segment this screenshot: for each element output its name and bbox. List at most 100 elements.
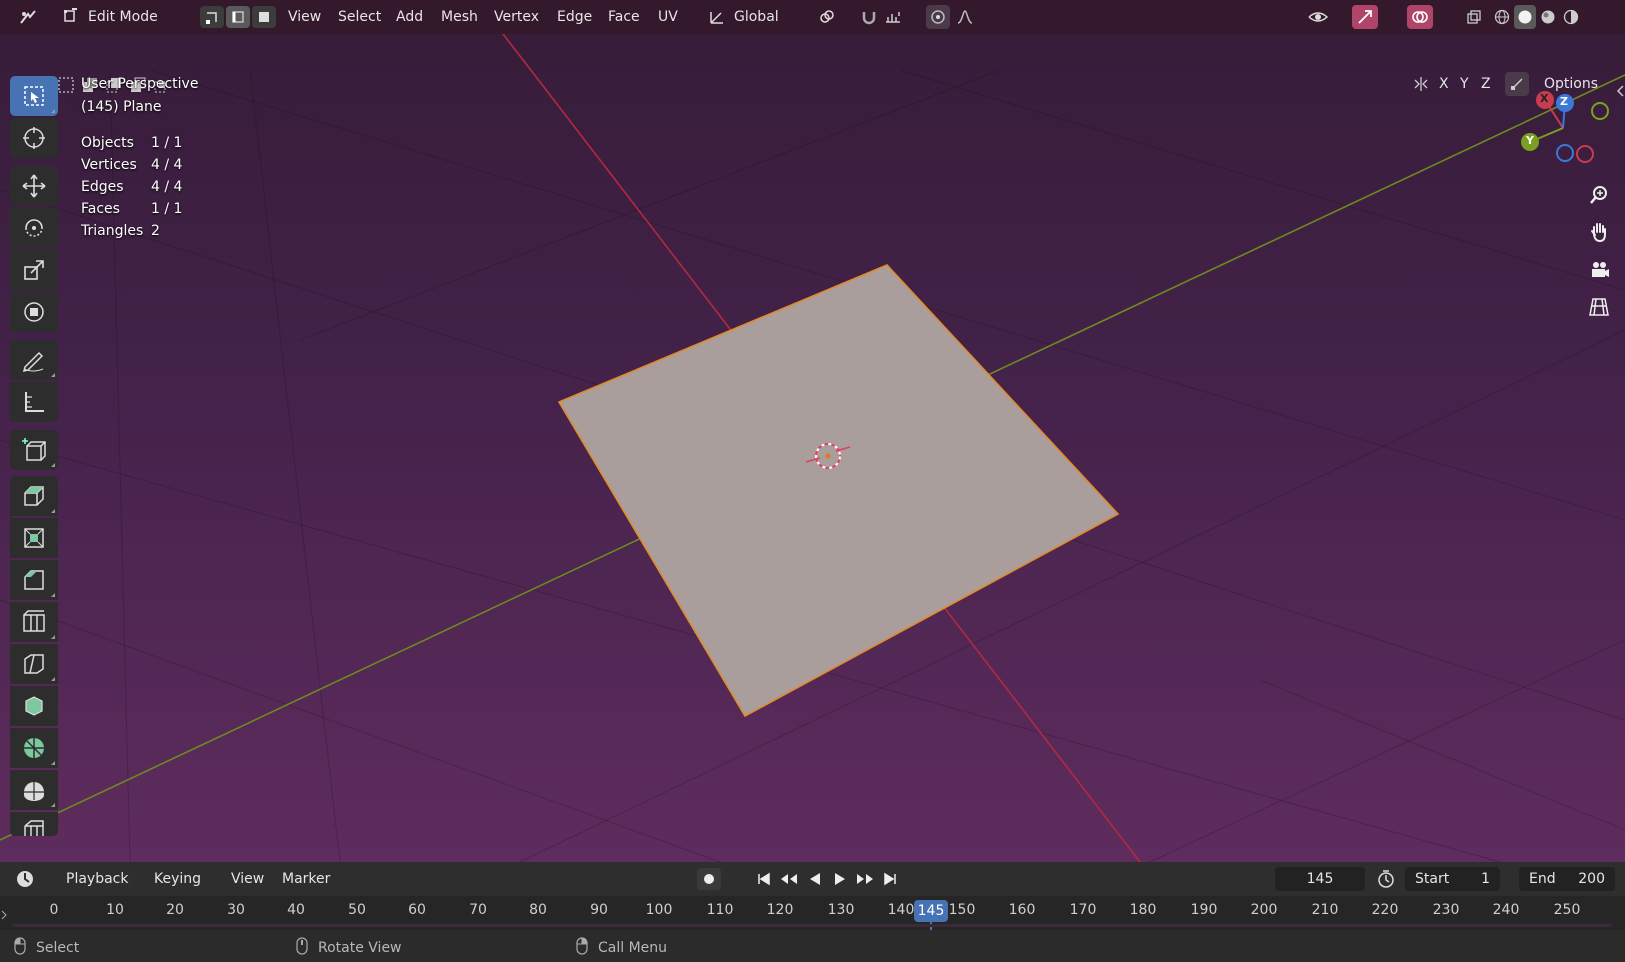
- frame-tick: 150: [948, 902, 976, 918]
- tool-scale[interactable]: [10, 250, 58, 290]
- menu-mesh[interactable]: Mesh: [437, 6, 482, 28]
- play-reverse-button[interactable]: [803, 868, 827, 890]
- tool-move[interactable]: [10, 166, 58, 206]
- timeline-scrollbar[interactable]: [12, 924, 1612, 927]
- tool-edge-slide[interactable]: [10, 812, 58, 836]
- menu-add[interactable]: Add: [392, 6, 427, 28]
- tool-inset[interactable]: [10, 518, 58, 558]
- jump-end-button[interactable]: [878, 868, 902, 890]
- menu-select[interactable]: Select: [334, 6, 385, 28]
- timeline-menu-marker[interactable]: Marker: [282, 868, 330, 890]
- menu-vertex[interactable]: Vertex: [490, 6, 543, 28]
- playhead[interactable]: 145: [914, 900, 948, 922]
- timeline-scroll-left[interactable]: [0, 908, 8, 920]
- jump-start-button[interactable]: [752, 868, 776, 890]
- mirror-z-toggle[interactable]: Z: [1477, 73, 1495, 95]
- visibility-eye-icon[interactable]: [1303, 5, 1333, 29]
- timeline-ruler[interactable]: 0 10 20 30 40 50 60 70 80 90 100 110 120…: [0, 896, 1625, 930]
- status-hint-menu: Call Menu: [576, 937, 667, 959]
- gizmo-toggle-icon[interactable]: [1352, 5, 1378, 29]
- frame-tick: 240: [1492, 902, 1520, 918]
- current-frame-field[interactable]: 145: [1275, 867, 1365, 891]
- tool-smooth[interactable]: [10, 770, 58, 810]
- tool-measure[interactable]: [10, 382, 58, 422]
- proportional-editing-icon[interactable]: [926, 5, 950, 29]
- current-frame-value: 145: [1306, 871, 1334, 887]
- mode-dropdown[interactable]: Edit Mode: [56, 5, 186, 29]
- xray-toggle-icon[interactable]: [1462, 5, 1486, 29]
- next-keyframe-button[interactable]: [853, 868, 877, 890]
- overlays-toggle-icon[interactable]: [1407, 5, 1433, 29]
- shading-wireframe-icon[interactable]: [1491, 5, 1513, 29]
- gizmo-z-label: Z: [1560, 95, 1568, 108]
- start-label: Start: [1415, 871, 1450, 887]
- menu-edge[interactable]: Edge: [553, 6, 596, 28]
- tool-transform[interactable]: [10, 292, 58, 332]
- shading-solid-icon[interactable]: [1514, 5, 1536, 29]
- timeline-menu-view[interactable]: View: [231, 868, 264, 890]
- mirror-icon[interactable]: [1410, 72, 1432, 96]
- viewport-subheader: X Y Z Options: [0, 34, 1625, 96]
- topology-mirror-icon[interactable]: [1505, 72, 1529, 96]
- frame-tick: 210: [1311, 902, 1339, 918]
- options-dropdown[interactable]: Options: [1540, 73, 1602, 95]
- tool-rotate[interactable]: [10, 208, 58, 248]
- 3d-viewport[interactable]: X Z Y: [0, 0, 1625, 862]
- viewport-grid: [0, 29, 1625, 862]
- frame-tick: 0: [49, 902, 59, 918]
- ortho-toggle-icon[interactable]: [1582, 290, 1616, 324]
- tool-bevel[interactable]: [10, 560, 58, 600]
- mouse-left-icon: [14, 937, 26, 959]
- shading-rendered-icon[interactable]: [1560, 5, 1582, 29]
- mirror-x-toggle[interactable]: X: [1435, 73, 1453, 95]
- snap-increment-icon[interactable]: [881, 5, 905, 29]
- frame-tick: 50: [348, 902, 366, 918]
- timeline-header: Playback Keying View Marker 145 Start 1 …: [0, 862, 1625, 896]
- vertex-select-mode[interactable]: [200, 6, 224, 28]
- plane-mesh[interactable]: [557, 264, 1120, 718]
- zoom-icon[interactable]: [1582, 178, 1616, 212]
- play-button[interactable]: [828, 868, 852, 890]
- mouse-right-icon: [576, 937, 588, 959]
- tool-annotate[interactable]: [10, 340, 58, 380]
- frame-tick: 130: [827, 902, 855, 918]
- falloff-icon[interactable]: [953, 5, 977, 29]
- editor-type-icon[interactable]: [14, 5, 42, 29]
- tool-cursor[interactable]: [10, 118, 58, 158]
- frame-tick: 30: [227, 902, 245, 918]
- mirror-y-toggle[interactable]: Y: [1456, 73, 1473, 95]
- record-button[interactable]: [697, 868, 721, 890]
- tool-spin[interactable]: [10, 728, 58, 768]
- menu-face[interactable]: Face: [604, 6, 644, 28]
- start-frame-field[interactable]: Start 1: [1405, 867, 1500, 891]
- snap-magnet-icon[interactable]: [857, 5, 881, 29]
- pivot-point-icon[interactable]: [815, 5, 839, 29]
- tool-loop-cut[interactable]: [10, 602, 58, 642]
- timeline-menu-playback[interactable]: Playback: [66, 868, 128, 890]
- camera-view-icon[interactable]: [1582, 253, 1616, 287]
- shading-material-icon[interactable]: [1537, 5, 1559, 29]
- pan-hand-icon[interactable]: [1582, 215, 1616, 249]
- tool-knife[interactable]: [10, 644, 58, 684]
- gizmo-y-label: Y: [1526, 134, 1534, 147]
- frame-tick: 180: [1129, 902, 1157, 918]
- face-select-mode[interactable]: [252, 6, 276, 28]
- frame-tick: 140: [887, 902, 915, 918]
- end-frame-field[interactable]: End 200: [1519, 867, 1615, 891]
- tool-add-cube[interactable]: [10, 430, 58, 470]
- frame-tick: 80: [529, 902, 547, 918]
- start-value: 1: [1481, 871, 1490, 887]
- timeline-editor-icon[interactable]: [10, 867, 40, 891]
- tool-extrude[interactable]: [10, 476, 58, 516]
- tool-poly-build[interactable]: [10, 686, 58, 726]
- edge-select-mode[interactable]: [226, 6, 250, 28]
- menu-uv[interactable]: UV: [654, 6, 682, 28]
- prev-keyframe-button[interactable]: [777, 868, 801, 890]
- preview-range-icon[interactable]: [1373, 867, 1399, 891]
- sidebar-toggle-icon[interactable]: [1615, 84, 1625, 98]
- select-box-mode-icon[interactable]: [55, 74, 77, 96]
- tool-select-box[interactable]: [10, 76, 58, 116]
- transform-orientation-dropdown[interactable]: Global: [708, 5, 798, 29]
- timeline-menu-keying[interactable]: Keying: [154, 868, 201, 890]
- menu-view[interactable]: View: [284, 6, 325, 28]
